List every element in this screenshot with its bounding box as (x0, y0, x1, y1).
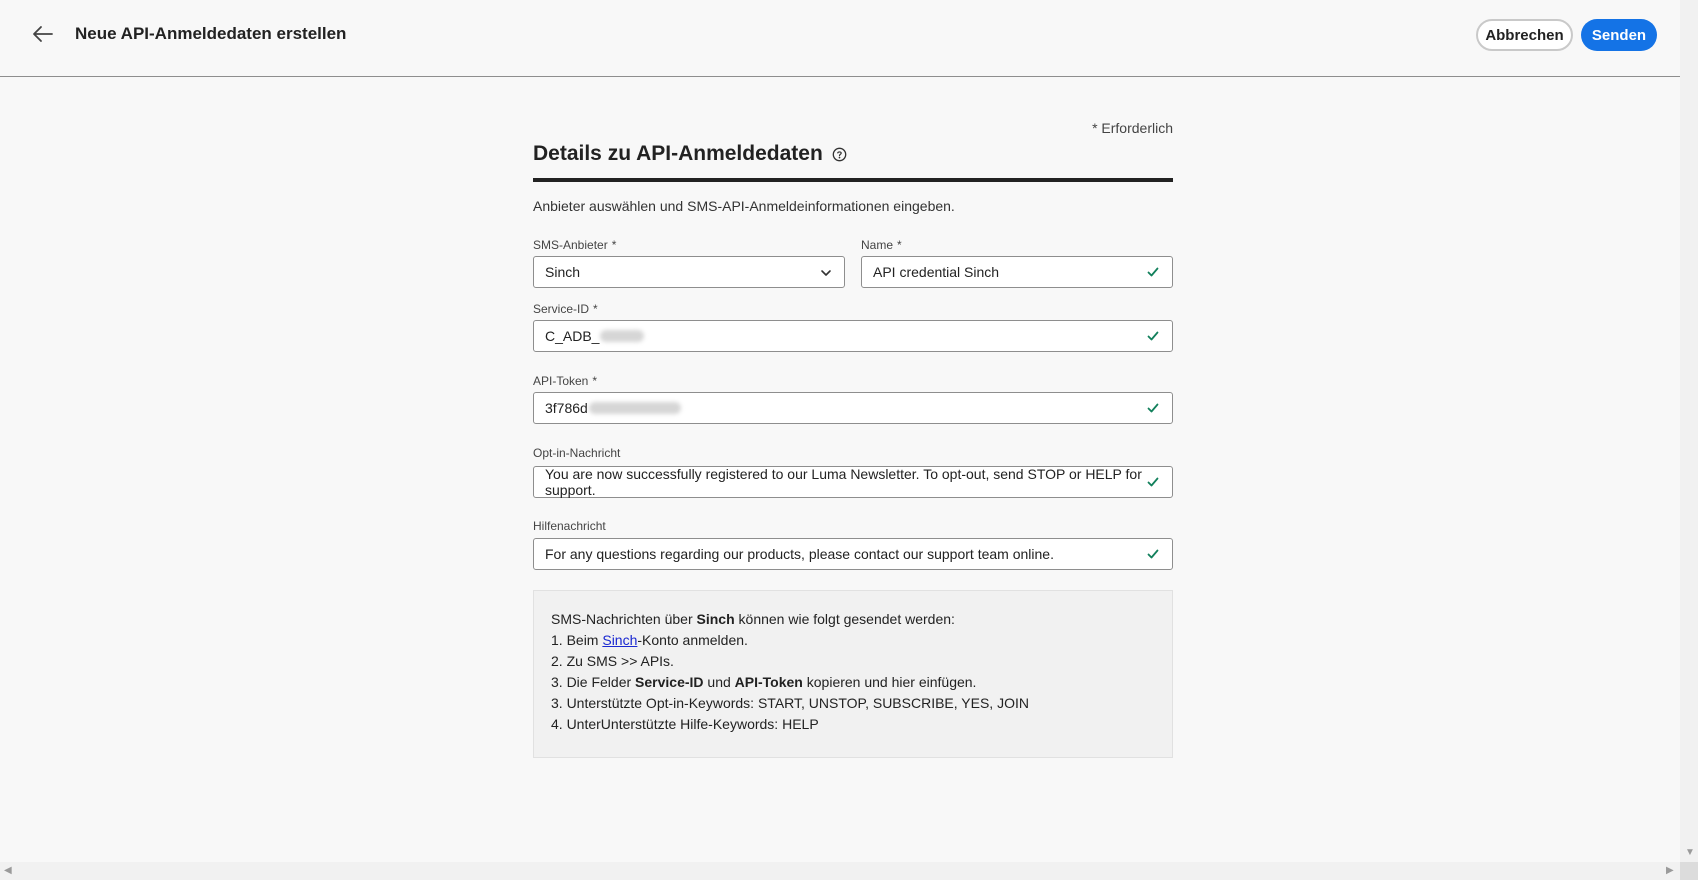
info-text: können wie folgt gesendet werden: (734, 611, 955, 627)
section-title-text: Details zu API-Anmeldedaten (533, 142, 823, 165)
info-text: und (703, 674, 735, 690)
service-id-label-text: Service-ID (533, 302, 590, 316)
redacted-blur (600, 330, 645, 342)
section-description: Anbieter auswählen und SMS-API-Anmeldein… (533, 198, 955, 214)
provider-label-text: SMS-Anbieter (533, 238, 608, 252)
help-message-label: Hilfenachricht (533, 519, 606, 533)
help-message-value: For any questions regarding our products… (545, 546, 1054, 562)
required-asterisk: * (592, 374, 598, 388)
required-note: * Erforderlich (1092, 120, 1173, 136)
info-bold: API-Token (734, 674, 803, 690)
api-token-value: 3f786d (545, 400, 588, 416)
api-token-label: API-Token * (533, 374, 597, 388)
info-text: 3. Die Felder (551, 674, 636, 690)
info-text: -Konto anmelden. (637, 632, 748, 648)
api-token-field[interactable]: 3f786d (533, 392, 1173, 424)
service-id-label: Service-ID * (533, 302, 598, 316)
info-bold: Service-ID (635, 674, 704, 690)
info-text: kopieren und hier einfügen. (802, 674, 977, 690)
back-arrow-icon[interactable] (28, 22, 56, 46)
name-label: Name * (861, 238, 902, 252)
scroll-right-icon[interactable]: ▶ (1666, 866, 1674, 876)
cancel-button[interactable]: Abbrechen (1476, 19, 1573, 51)
scrollbar-corner (1680, 862, 1698, 880)
opt-in-field[interactable]: You are now successfully registered to o… (533, 466, 1173, 498)
name-field[interactable]: API credential Sinch (861, 256, 1173, 288)
info-step-5: 4. UnterUnterstützte Hilfe-Keywords: HEL… (551, 716, 819, 732)
info-box: SMS-Nachrichten über Sinch können wie fo… (533, 590, 1173, 758)
info-step-4: 3. Unterstützte Opt-in-Keywords: START, … (551, 695, 1029, 711)
vertical-scrollbar[interactable]: ▼ (1680, 0, 1698, 862)
required-asterisk: * (593, 302, 598, 316)
help-circle-icon[interactable] (832, 147, 847, 162)
opt-in-value: You are now successfully registered to o… (545, 466, 1142, 498)
info-text: 1. Beim (551, 632, 603, 648)
info-provider: Sinch (696, 611, 735, 627)
checkmark-icon (1147, 549, 1159, 559)
sinch-link[interactable]: Sinch (602, 632, 637, 648)
service-id-field[interactable]: C_ADB_ (533, 320, 1173, 352)
checkmark-icon (1147, 267, 1159, 277)
provider-value: Sinch (545, 264, 581, 280)
horizontal-scrollbar[interactable]: ◀ ▶ (0, 862, 1680, 880)
service-id-value: C_ADB_ (545, 328, 600, 344)
send-button[interactable]: Senden (1581, 19, 1657, 51)
scroll-down-icon[interactable]: ▼ (1685, 848, 1695, 858)
name-value: API credential Sinch (873, 264, 1000, 280)
header-bar: Neue API-Anmeldedaten erstellen Abbreche… (0, 0, 1680, 77)
section-title: Details zu API-Anmeldedaten (533, 142, 847, 166)
info-step-2: 2. Zu SMS >> APIs. (551, 653, 674, 669)
required-asterisk: * (897, 238, 902, 252)
page-title: Neue API-Anmeldedaten erstellen (75, 24, 347, 43)
provider-select[interactable]: Sinch (533, 256, 845, 288)
name-label-text: Name (861, 238, 894, 252)
chevron-down-icon (821, 270, 831, 276)
checkmark-icon (1147, 477, 1159, 487)
checkmark-icon (1147, 331, 1159, 341)
opt-in-label: Opt-in-Nachricht (533, 446, 621, 460)
section-divider (533, 178, 1173, 182)
info-text: SMS-Nachrichten über (551, 611, 697, 627)
required-asterisk: * (611, 238, 617, 252)
checkmark-icon (1147, 403, 1159, 413)
provider-label: SMS-Anbieter * (533, 238, 616, 252)
info-step-1: 1. Beim Sinch-Konto anmelden. (551, 630, 1155, 651)
api-token-label-text: API-Token (533, 374, 589, 388)
redacted-blur (588, 402, 681, 414)
info-intro: SMS-Nachrichten über Sinch können wie fo… (551, 609, 1155, 630)
info-step-3: 3. Die Felder Service-ID und API-Token k… (551, 672, 1155, 693)
help-message-field[interactable]: For any questions regarding our products… (533, 538, 1173, 570)
scroll-left-icon[interactable]: ◀ (4, 866, 12, 876)
